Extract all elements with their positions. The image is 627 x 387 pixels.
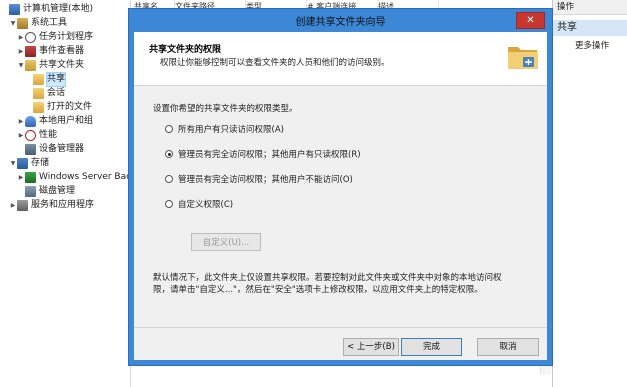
more-actions-link[interactable]: 更多操作 — [553, 39, 627, 51]
expanded-arrow-icon[interactable]: ▼ — [17, 59, 25, 72]
tree-item-label: 打开的文件 — [47, 102, 93, 112]
expanded-arrow-icon[interactable]: ▼ — [9, 157, 17, 170]
info-text-line2: 限，请单击"自定义..."，然后在"安全"选项卡上修改权限，以应用文件夹上的特定… — [153, 285, 483, 295]
radio-circle-0[interactable] — [165, 125, 173, 133]
wizard-banner: 共享文件夹的权限 权限让你能够控制可以查看文件夹的人员和他们的访问级别。 — [134, 32, 547, 86]
share-icon — [33, 74, 44, 85]
wizard-heading: 共享文件夹的权限 — [149, 45, 222, 55]
tree-item[interactable]: 打开的文件 — [25, 101, 92, 114]
collapsed-arrow-icon[interactable]: ▶ — [9, 199, 17, 212]
tree-item[interactable]: 共享 — [25, 72, 67, 87]
tree-item[interactable]: ▶ Windows Server Back — [17, 171, 130, 184]
tree-item[interactable]: ▶ 服务和应用程序 — [9, 199, 94, 212]
tree-item-label: 性能 — [39, 130, 58, 140]
tree-item[interactable]: 设备管理器 — [17, 143, 84, 156]
collapsed-arrow-icon[interactable]: ▶ — [17, 115, 25, 128]
button-separator — [134, 327, 547, 328]
radio-label: 管理员有完全访问权限；其他用户有只读权限(R) — [178, 150, 361, 160]
tree-item[interactable]: ▶ 任务计划程序 — [17, 31, 93, 44]
close-icon: ✕ — [526, 15, 535, 26]
radio-all-users-read-only[interactable]: 所有用户有只读访问权限(A) — [165, 123, 284, 135]
collapsed-arrow-icon[interactable]: ▶ — [17, 129, 25, 142]
tree-item-label: 磁盘管理 — [39, 186, 76, 196]
device-manager-icon — [25, 144, 36, 155]
shared-folder-wizard-icon — [508, 47, 538, 69]
info-text-line1: 默认情况下，此文件夹上仅设置共享权限。若要控制对此文件夹或文件夹中对象的本地访问… — [153, 273, 502, 283]
radio-circle-3[interactable] — [165, 200, 173, 208]
wizard-subheading: 权限让你能够控制可以查看文件夹的人员和他们的访问级别。 — [160, 58, 390, 68]
performance-icon — [25, 130, 36, 141]
collapsed-arrow-icon[interactable]: ▶ — [17, 171, 25, 184]
tree-item-label: 服务和应用程序 — [31, 200, 95, 210]
tree-item[interactable]: ▼ 共享文件夹 — [17, 59, 84, 72]
tree-item-label: 事件查看器 — [39, 46, 85, 56]
cancel-button[interactable]: 取消 — [477, 338, 539, 356]
radio-admin-full-others-none[interactable]: 管理员有完全访问权限；其他用户不能访问(O) — [165, 173, 353, 185]
disk-icon — [25, 186, 36, 197]
tree-item-label: 设备管理器 — [39, 144, 85, 154]
close-button[interactable]: ✕ — [516, 12, 545, 29]
storage-icon — [17, 158, 28, 169]
event-viewer-icon — [25, 46, 36, 57]
tree-item-label: 存储 — [31, 158, 50, 168]
radio-custom-permissions[interactable]: 自定义权限(C) — [165, 198, 233, 210]
radio-circle-2[interactable] — [165, 175, 173, 183]
navigation-tree: 计算机管理(本地) ▼ 系统工具 ▶ 任务计划程序 ▶ 事件查看器 ▼ 共享文件夹共享 会话打开的… — [0, 0, 130, 387]
actions-pane: 操作 共享 更多操作 — [552, 0, 627, 387]
tree-item[interactable]: 磁盘管理 — [17, 185, 75, 198]
radio-admin-full-others-read[interactable]: 管理员有完全访问权限；其他用户有只读权限(R) — [165, 148, 361, 160]
radio-circle-1[interactable] — [165, 150, 173, 158]
tree-item-label: 共享文件夹 — [39, 60, 85, 70]
tree-item[interactable]: ▼ 系统工具 — [9, 17, 67, 30]
tree-item-label: 系统工具 — [31, 18, 68, 28]
radio-label: 自定义权限(C) — [178, 200, 234, 210]
tree-item[interactable]: ▶ 本地用户和组 — [17, 115, 93, 128]
create-shared-folder-wizard: 创建共享文件夹向导 ✕ 共享文件夹的权限 权限让你能够控制可以查看文件夹的人员和… — [128, 8, 553, 366]
tools-icon — [17, 18, 28, 29]
tree-item-label: 共享 — [45, 72, 67, 87]
backup-icon — [25, 172, 36, 183]
tree-item-label: 计算机管理(本地) — [23, 4, 94, 14]
tree-item-label: 会话 — [47, 88, 66, 98]
back-button[interactable]: < 上一步(B) — [343, 338, 399, 356]
tree-item[interactable]: ▶ 性能 — [17, 129, 57, 142]
tree-item[interactable]: ▼ 存储 — [9, 157, 49, 170]
dialog-title: 创建共享文件夹向导 — [295, 17, 386, 28]
clock-icon — [25, 32, 36, 43]
shared-folder-icon — [25, 60, 36, 71]
session-icon — [33, 88, 44, 99]
tree-item[interactable]: 计算机管理(本地) — [1, 3, 93, 16]
radio-label: 管理员有完全访问权限；其他用户不能访问(O) — [178, 175, 353, 185]
radio-label: 所有用户有只读访问权限(A) — [178, 125, 284, 135]
services-icon — [17, 200, 28, 211]
tree-item-label: 任务计划程序 — [39, 32, 94, 42]
tree-item-label: Windows Server Back — [39, 172, 130, 182]
expanded-arrow-icon[interactable]: ▼ — [9, 17, 17, 30]
computer-icon — [9, 4, 20, 15]
users-icon — [25, 116, 36, 127]
actions-header: 操作 — [553, 0, 627, 15]
tree-item-label: 本地用户和组 — [39, 116, 94, 126]
customize-button[interactable]: 自定义(U)... — [191, 233, 261, 251]
dialog-titlebar[interactable]: 创建共享文件夹向导 ✕ — [129, 9, 552, 32]
tree-item[interactable]: 会话 — [25, 87, 65, 100]
dialog-body: 共享文件夹的权限 权限让你能够控制可以查看文件夹的人员和他们的访问级别。 设置你… — [134, 32, 547, 360]
collapsed-arrow-icon[interactable]: ▶ — [17, 31, 25, 44]
actions-section-share[interactable]: 共享 — [553, 20, 627, 36]
finish-button[interactable]: 完成 — [401, 338, 462, 356]
collapsed-arrow-icon[interactable]: ▶ — [17, 45, 25, 58]
open-files-icon — [33, 102, 44, 113]
permission-prompt: 设置你希望的共享文件夹的权限类型。 — [153, 104, 298, 114]
tree-item[interactable]: ▶ 事件查看器 — [17, 45, 84, 58]
